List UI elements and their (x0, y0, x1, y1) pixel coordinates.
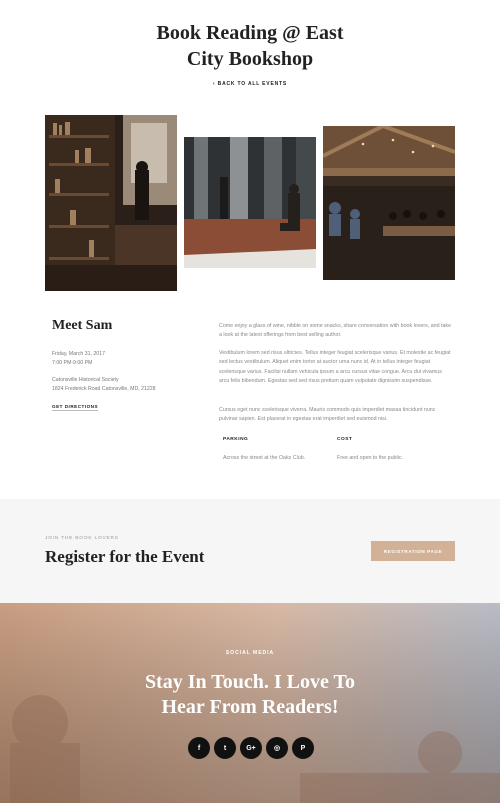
event-date: Friday, March 31, 2017 (52, 351, 105, 357)
description-paragraph-3: Cursus eget nunc scelerisque viverra. Ma… (219, 407, 436, 423)
cost-label: COST (337, 437, 353, 442)
event-time: 7:00 PM-9:00 PM (52, 360, 93, 366)
event-title-line-2: City Bookshop (186, 48, 314, 70)
registration-page-button[interactable]: REGISTRATION PAGE (371, 541, 455, 561)
event-location: Catonsville Historical Society 1824 Fred… (52, 376, 156, 394)
cafe-interior-photo (323, 126, 455, 280)
google-plus-icon[interactable]: G+ (240, 737, 262, 759)
host-heading: Meet Sam (52, 318, 113, 333)
facebook-icon[interactable]: f (188, 737, 210, 759)
bookstore-shelves-photo (45, 115, 177, 291)
event-title-line-1: Book Reading @ East (156, 22, 344, 44)
parking-value: Across the street at the Oaks Club. (223, 455, 306, 461)
event-datetime: Friday, March 31, 2017 7:00 PM-9:00 PM (52, 350, 105, 368)
description-paragraph-1: Come enjoy a glass of wine, nibble on so… (219, 323, 452, 339)
social-icons: f t G+ ◎ P (188, 737, 314, 759)
cost-value: Free and open to the public. (337, 455, 403, 461)
pinterest-icon[interactable]: P (292, 737, 314, 759)
social-title-line-1: Stay In Touch. I Love To (144, 671, 356, 693)
instagram-icon[interactable]: ◎ (266, 737, 288, 759)
register-title: Register for the Event (45, 547, 205, 566)
event-venue: Catonsville Historical Society (52, 377, 119, 383)
street-sitting-photo (184, 137, 316, 268)
event-title: Book Reading @ East City Bookshop (0, 20, 500, 72)
parking-label: PARKING (223, 437, 249, 442)
back-to-events-link[interactable]: ‹ BACK TO ALL EVENTS (0, 81, 500, 87)
social-title-line-2: Hear From Readers! (161, 696, 339, 718)
social-title: Stay In Touch. I Love To Hear From Reade… (0, 670, 500, 720)
register-kicker: JOIN THE BOOK LOVERS (45, 536, 119, 541)
event-address: 1824 Frederick Road Catonsville, MD, 212… (52, 386, 156, 392)
description-paragraph-2: Vestibulum lorem sed risus ultricies. Te… (219, 350, 451, 385)
get-directions-link[interactable]: GET DIRECTIONS (52, 404, 99, 411)
twitter-icon[interactable]: t (214, 737, 236, 759)
social-kicker: SOCIAL MEDIA (225, 650, 275, 656)
